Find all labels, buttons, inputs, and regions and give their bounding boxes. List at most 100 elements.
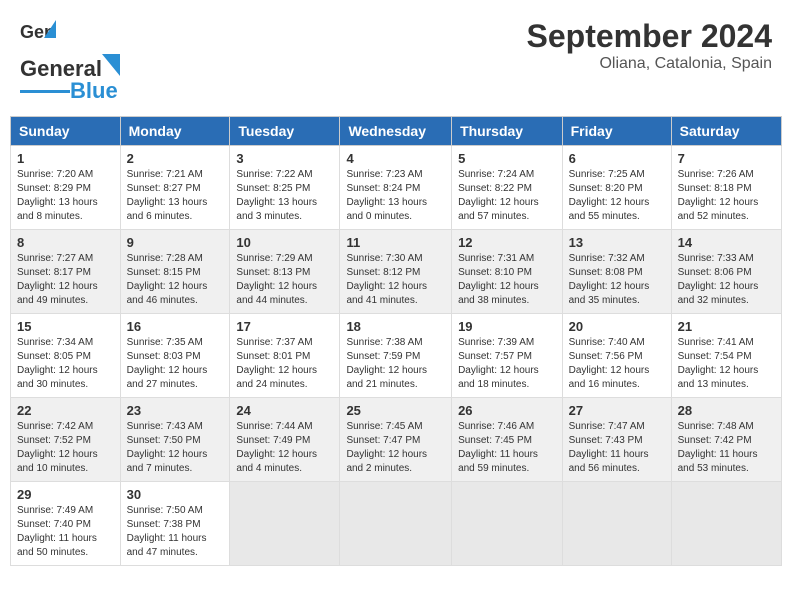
calendar-cell: 15 Sunrise: 7:34 AM Sunset: 8:05 PM Dayl… <box>11 314 121 398</box>
day-info: Sunrise: 7:38 AM Sunset: 7:59 PM Dayligh… <box>346 336 445 392</box>
day-number: 1 <box>17 151 114 166</box>
day-number: 23 <box>127 403 224 418</box>
day-number: 20 <box>569 319 665 334</box>
day-info: Sunrise: 7:31 AM Sunset: 8:10 PM Dayligh… <box>458 252 556 308</box>
calendar-week-row: 29 Sunrise: 7:49 AM Sunset: 7:40 PM Dayl… <box>11 482 782 566</box>
calendar-cell: 14 Sunrise: 7:33 AM Sunset: 8:06 PM Dayl… <box>671 230 781 314</box>
calendar-cell: 2 Sunrise: 7:21 AM Sunset: 8:27 PM Dayli… <box>120 146 230 230</box>
calendar-cell: 24 Sunrise: 7:44 AM Sunset: 7:49 PM Dayl… <box>230 398 340 482</box>
day-info: Sunrise: 7:42 AM Sunset: 7:52 PM Dayligh… <box>17 420 114 476</box>
header-friday: Friday <box>562 117 671 146</box>
day-info: Sunrise: 7:28 AM Sunset: 8:15 PM Dayligh… <box>127 252 224 308</box>
calendar-header-row: Sunday Monday Tuesday Wednesday Thursday… <box>11 117 782 146</box>
calendar-cell: 17 Sunrise: 7:37 AM Sunset: 8:01 PM Dayl… <box>230 314 340 398</box>
calendar-cell: 4 Sunrise: 7:23 AM Sunset: 8:24 PM Dayli… <box>340 146 452 230</box>
calendar-cell: 11 Sunrise: 7:30 AM Sunset: 8:12 PM Dayl… <box>340 230 452 314</box>
calendar-cell <box>452 482 563 566</box>
day-number: 16 <box>127 319 224 334</box>
header-sunday: Sunday <box>11 117 121 146</box>
logo-triangle-icon <box>102 54 120 76</box>
logo-icon: General <box>20 18 56 54</box>
day-info: Sunrise: 7:22 AM Sunset: 8:25 PM Dayligh… <box>236 168 333 224</box>
logo: General General Blue <box>20 18 120 104</box>
day-number: 2 <box>127 151 224 166</box>
calendar-cell: 18 Sunrise: 7:38 AM Sunset: 7:59 PM Dayl… <box>340 314 452 398</box>
calendar-cell: 16 Sunrise: 7:35 AM Sunset: 8:03 PM Dayl… <box>120 314 230 398</box>
calendar-week-row: 22 Sunrise: 7:42 AM Sunset: 7:52 PM Dayl… <box>11 398 782 482</box>
day-number: 4 <box>346 151 445 166</box>
title-block: September 2024 Oliana, Catalonia, Spain <box>527 18 772 73</box>
day-info: Sunrise: 7:37 AM Sunset: 8:01 PM Dayligh… <box>236 336 333 392</box>
calendar-cell: 27 Sunrise: 7:47 AM Sunset: 7:43 PM Dayl… <box>562 398 671 482</box>
day-info: Sunrise: 7:35 AM Sunset: 8:03 PM Dayligh… <box>127 336 224 392</box>
day-info: Sunrise: 7:43 AM Sunset: 7:50 PM Dayligh… <box>127 420 224 476</box>
calendar-cell <box>671 482 781 566</box>
day-number: 13 <box>569 235 665 250</box>
day-number: 18 <box>346 319 445 334</box>
calendar-cell <box>562 482 671 566</box>
day-info: Sunrise: 7:40 AM Sunset: 7:56 PM Dayligh… <box>569 336 665 392</box>
day-info: Sunrise: 7:44 AM Sunset: 7:49 PM Dayligh… <box>236 420 333 476</box>
calendar-cell: 26 Sunrise: 7:46 AM Sunset: 7:45 PM Dayl… <box>452 398 563 482</box>
calendar-table: Sunday Monday Tuesday Wednesday Thursday… <box>10 116 782 566</box>
day-number: 10 <box>236 235 333 250</box>
day-number: 6 <box>569 151 665 166</box>
day-number: 21 <box>678 319 775 334</box>
day-number: 17 <box>236 319 333 334</box>
day-number: 24 <box>236 403 333 418</box>
day-number: 11 <box>346 235 445 250</box>
calendar-cell: 30 Sunrise: 7:50 AM Sunset: 7:38 PM Dayl… <box>120 482 230 566</box>
day-number: 19 <box>458 319 556 334</box>
calendar-title: September 2024 <box>527 18 772 55</box>
day-number: 27 <box>569 403 665 418</box>
day-info: Sunrise: 7:30 AM Sunset: 8:12 PM Dayligh… <box>346 252 445 308</box>
day-number: 25 <box>346 403 445 418</box>
calendar-cell: 5 Sunrise: 7:24 AM Sunset: 8:22 PM Dayli… <box>452 146 563 230</box>
day-info: Sunrise: 7:33 AM Sunset: 8:06 PM Dayligh… <box>678 252 775 308</box>
day-info: Sunrise: 7:29 AM Sunset: 8:13 PM Dayligh… <box>236 252 333 308</box>
calendar-cell: 19 Sunrise: 7:39 AM Sunset: 7:57 PM Dayl… <box>452 314 563 398</box>
day-number: 8 <box>17 235 114 250</box>
calendar-cell: 21 Sunrise: 7:41 AM Sunset: 7:54 PM Dayl… <box>671 314 781 398</box>
day-number: 5 <box>458 151 556 166</box>
day-info: Sunrise: 7:47 AM Sunset: 7:43 PM Dayligh… <box>569 420 665 476</box>
day-info: Sunrise: 7:21 AM Sunset: 8:27 PM Dayligh… <box>127 168 224 224</box>
calendar-cell <box>230 482 340 566</box>
day-number: 28 <box>678 403 775 418</box>
calendar-week-row: 1 Sunrise: 7:20 AM Sunset: 8:29 PM Dayli… <box>11 146 782 230</box>
calendar-cell <box>340 482 452 566</box>
day-number: 26 <box>458 403 556 418</box>
calendar-cell: 1 Sunrise: 7:20 AM Sunset: 8:29 PM Dayli… <box>11 146 121 230</box>
calendar-cell: 28 Sunrise: 7:48 AM Sunset: 7:42 PM Dayl… <box>671 398 781 482</box>
day-number: 30 <box>127 487 224 502</box>
calendar-cell: 10 Sunrise: 7:29 AM Sunset: 8:13 PM Dayl… <box>230 230 340 314</box>
calendar-cell: 7 Sunrise: 7:26 AM Sunset: 8:18 PM Dayli… <box>671 146 781 230</box>
calendar-cell: 8 Sunrise: 7:27 AM Sunset: 8:17 PM Dayli… <box>11 230 121 314</box>
calendar-cell: 20 Sunrise: 7:40 AM Sunset: 7:56 PM Dayl… <box>562 314 671 398</box>
day-info: Sunrise: 7:27 AM Sunset: 8:17 PM Dayligh… <box>17 252 114 308</box>
calendar-subtitle: Oliana, Catalonia, Spain <box>527 55 772 73</box>
day-number: 14 <box>678 235 775 250</box>
calendar-cell: 9 Sunrise: 7:28 AM Sunset: 8:15 PM Dayli… <box>120 230 230 314</box>
day-number: 22 <box>17 403 114 418</box>
calendar-week-row: 8 Sunrise: 7:27 AM Sunset: 8:17 PM Dayli… <box>11 230 782 314</box>
day-info: Sunrise: 7:25 AM Sunset: 8:20 PM Dayligh… <box>569 168 665 224</box>
page-header: General General Blue September 2024 Olia… <box>10 10 782 108</box>
calendar-cell: 6 Sunrise: 7:25 AM Sunset: 8:20 PM Dayli… <box>562 146 671 230</box>
header-thursday: Thursday <box>452 117 563 146</box>
day-number: 9 <box>127 235 224 250</box>
day-number: 12 <box>458 235 556 250</box>
day-info: Sunrise: 7:41 AM Sunset: 7:54 PM Dayligh… <box>678 336 775 392</box>
day-number: 15 <box>17 319 114 334</box>
day-info: Sunrise: 7:39 AM Sunset: 7:57 PM Dayligh… <box>458 336 556 392</box>
header-tuesday: Tuesday <box>230 117 340 146</box>
calendar-cell: 22 Sunrise: 7:42 AM Sunset: 7:52 PM Dayl… <box>11 398 121 482</box>
day-info: Sunrise: 7:45 AM Sunset: 7:47 PM Dayligh… <box>346 420 445 476</box>
calendar-cell: 29 Sunrise: 7:49 AM Sunset: 7:40 PM Dayl… <box>11 482 121 566</box>
header-wednesday: Wednesday <box>340 117 452 146</box>
day-info: Sunrise: 7:34 AM Sunset: 8:05 PM Dayligh… <box>17 336 114 392</box>
day-info: Sunrise: 7:46 AM Sunset: 7:45 PM Dayligh… <box>458 420 556 476</box>
calendar-week-row: 15 Sunrise: 7:34 AM Sunset: 8:05 PM Dayl… <box>11 314 782 398</box>
calendar-cell: 13 Sunrise: 7:32 AM Sunset: 8:08 PM Dayl… <box>562 230 671 314</box>
day-info: Sunrise: 7:50 AM Sunset: 7:38 PM Dayligh… <box>127 504 224 560</box>
